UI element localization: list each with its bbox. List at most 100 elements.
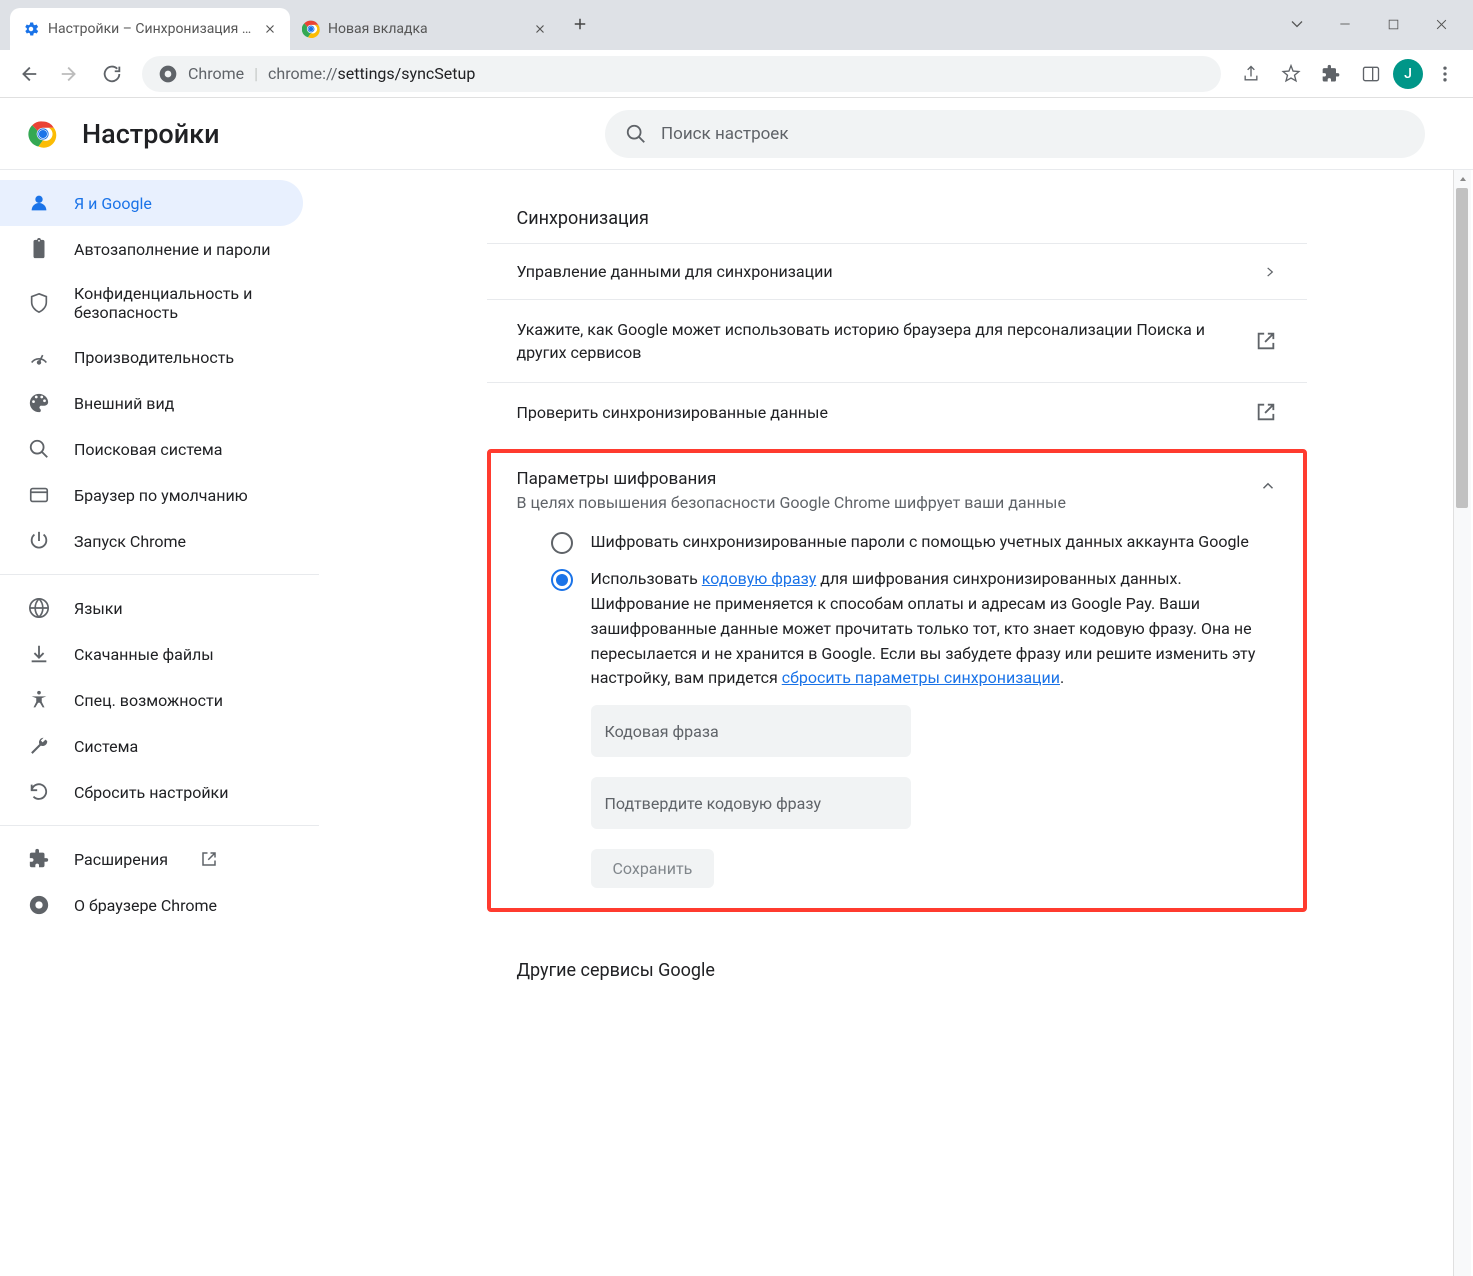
encryption-title: Параметры шифрования (517, 469, 1066, 489)
search-icon (625, 123, 647, 145)
sidebar-item-on-startup[interactable]: Запуск Chrome (0, 518, 303, 564)
sidebar-item-label: Языки (74, 599, 123, 618)
minimize-button[interactable] (1331, 10, 1359, 38)
external-link-icon (200, 850, 218, 868)
encryption-options-card: Параметры шифрования В целях повышения б… (487, 449, 1307, 912)
link-passphrase[interactable]: кодовую фразу (702, 569, 816, 588)
sidebar-item-label: Спец. возможности (74, 691, 223, 710)
tab-title: Новая вкладка (328, 21, 524, 37)
sidebar-item-accessibility[interactable]: Спец. возможности (0, 677, 303, 723)
search-icon (28, 438, 50, 460)
restore-icon (28, 781, 50, 803)
row-manage-sync-data[interactable]: Управление данными для синхронизации (487, 243, 1307, 299)
row-personalize[interactable]: Укажите, как Google может использовать и… (487, 299, 1307, 382)
tab-new[interactable]: Новая вкладка (290, 8, 560, 50)
sidebar-item-you-and-google[interactable]: Я и Google (0, 180, 303, 226)
settings-search[interactable] (605, 110, 1425, 158)
tab-search-button[interactable] (1283, 10, 1311, 38)
speedometer-icon (28, 346, 50, 368)
chrome-logo-icon (302, 20, 320, 38)
main: Я и Google Автозаполнение и пароли Конфи… (0, 170, 1473, 1276)
sidebar-item-system[interactable]: Система (0, 723, 303, 769)
page-title: Настройки (82, 118, 220, 150)
link-reset-sync[interactable]: сбросить параметры синхронизации (782, 668, 1060, 687)
confirm-passphrase-input[interactable] (591, 777, 911, 829)
save-button[interactable]: Сохранить (591, 849, 715, 888)
encryption-subtitle: В целях повышения безопасности Google Ch… (517, 493, 1066, 512)
settings-app: Настройки Я и Google Автозаполнение и па… (0, 98, 1473, 1276)
close-window-button[interactable] (1427, 10, 1455, 38)
section-other-google-services: Другие сервисы Google (487, 942, 1307, 995)
new-tab-button[interactable] (564, 8, 596, 40)
content: Синхронизация Управление данными для син… (320, 170, 1473, 1276)
palette-icon (28, 392, 50, 414)
sidebar-item-extensions[interactable]: Расширения (0, 836, 303, 882)
close-icon[interactable] (532, 21, 548, 37)
sidebar-separator (0, 574, 319, 575)
omnibox-url: chrome://settings/syncSetup (268, 64, 475, 83)
gear-icon (22, 20, 40, 38)
row-label: Управление данными для синхронизации (517, 262, 1263, 281)
sidebar-item-label: Скачанные файлы (74, 645, 214, 664)
section-sync-title: Синхронизация (487, 190, 1307, 243)
window-controls (1283, 10, 1473, 50)
power-icon (28, 530, 50, 552)
sidebar-separator (0, 825, 319, 826)
encryption-radios: Шифровать синхронизированные пароли с по… (491, 520, 1303, 908)
search-input[interactable] (661, 124, 1405, 144)
reload-button[interactable] (94, 56, 130, 92)
sidebar-item-label: Система (74, 737, 138, 756)
maximize-button[interactable] (1379, 10, 1407, 38)
sidebar-item-downloads[interactable]: Скачанные файлы (0, 631, 303, 677)
person-icon (28, 192, 50, 214)
tab-title: Настройки – Синхронизация се (48, 21, 254, 37)
external-link-icon (1255, 401, 1277, 423)
sidebar-item-appearance[interactable]: Внешний вид (0, 380, 303, 426)
scrollbar[interactable] (1453, 170, 1471, 1276)
sidebar-item-label: Запуск Chrome (74, 532, 186, 551)
extensions-button[interactable] (1313, 56, 1349, 92)
sidebar-item-about[interactable]: О браузере Chrome (0, 882, 303, 928)
sidebar-item-default-browser[interactable]: Браузер по умолчанию (0, 472, 303, 518)
radio-label: Использовать кодовую фразу для шифровани… (591, 567, 1277, 691)
scrollbar-thumb[interactable] (1456, 188, 1468, 508)
sidebar-item-label: Конфиденциальность и безопасность (74, 284, 275, 322)
sidebar-item-privacy[interactable]: Конфиденциальность и безопасность (0, 272, 303, 334)
globe-icon (28, 597, 50, 619)
sidebar-item-search-engine[interactable]: Поисковая система (0, 426, 303, 472)
passphrase-input[interactable] (591, 705, 911, 757)
menu-button[interactable] (1427, 56, 1463, 92)
radio-google-credentials[interactable]: Шифровать синхронизированные пароли с по… (551, 530, 1277, 555)
row-label: Укажите, как Google может использовать и… (517, 318, 1255, 364)
scroll-up-icon[interactable] (1454, 170, 1472, 188)
encryption-header-row[interactable]: Параметры шифрования В целях повышения б… (491, 453, 1303, 520)
clipboard-icon (28, 238, 50, 260)
chrome-logo-icon (28, 119, 58, 149)
radio-passphrase[interactable]: Использовать кодовую фразу для шифровани… (551, 567, 1277, 691)
sidebar-item-label: О браузере Chrome (74, 896, 217, 915)
bookmark-button[interactable] (1273, 56, 1309, 92)
sidebar-item-reset[interactable]: Сбросить настройки (0, 769, 303, 815)
external-link-icon (1255, 330, 1277, 352)
sidebar-item-languages[interactable]: Языки (0, 585, 303, 631)
radio-icon[interactable] (551, 532, 573, 554)
toolbar-right: J (1233, 56, 1463, 92)
radio-icon[interactable] (551, 569, 573, 591)
omnibox[interactable]: Chrome | chrome://settings/syncSetup (142, 56, 1221, 92)
sidebar-item-performance[interactable]: Производительность (0, 334, 303, 380)
chevron-right-icon (1263, 265, 1277, 279)
side-panel-button[interactable] (1353, 56, 1389, 92)
profile-avatar[interactable]: J (1393, 59, 1423, 89)
forward-button[interactable] (52, 56, 88, 92)
sidebar-item-autofill[interactable]: Автозаполнение и пароли (0, 226, 303, 272)
share-button[interactable] (1233, 56, 1269, 92)
chrome-logo-icon (28, 894, 50, 916)
back-button[interactable] (10, 56, 46, 92)
tab-settings-sync[interactable]: Настройки – Синхронизация се (10, 8, 290, 50)
app-header: Настройки (0, 98, 1473, 170)
avatar-letter: J (1404, 66, 1412, 82)
row-review-synced-data[interactable]: Проверить синхронизированные данные (487, 382, 1307, 441)
accessibility-icon (28, 689, 50, 711)
close-icon[interactable] (262, 21, 278, 37)
omnibox-scheme-label: Chrome (188, 64, 244, 83)
